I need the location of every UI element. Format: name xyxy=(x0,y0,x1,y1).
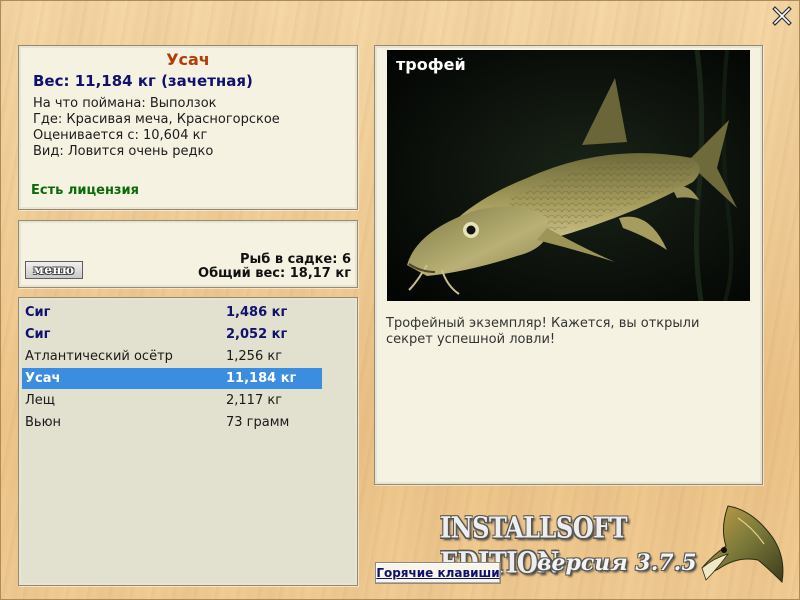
trophy-description: Трофейный экземпляр! Кажется, вы открыли… xyxy=(386,316,700,347)
trophy-label: трофей xyxy=(396,55,466,74)
catch-list-item[interactable]: Вьюн 73 грамм xyxy=(22,412,322,433)
menu-button[interactable]: меню xyxy=(25,261,83,279)
info-valued-from: Оценивается с: 10,604 кг xyxy=(33,128,208,143)
catch-fish-name: Лещ xyxy=(25,393,56,408)
catch-fish-weight: 73 грамм xyxy=(226,415,290,430)
catch-list-item[interactable]: Атлантический осётр 1,256 кг xyxy=(22,346,322,367)
catch-fish-weight: 1,486 кг xyxy=(226,305,288,320)
catch-fish-weight: 1,256 кг xyxy=(226,349,283,364)
catch-list-item[interactable]: Лещ 2,117 кг xyxy=(22,390,322,411)
hotkeys-button[interactable]: Горячие клавиши xyxy=(375,562,501,584)
catch-fish-name: Вьюн xyxy=(25,415,62,430)
license-status: Есть лицензия xyxy=(31,183,139,198)
catch-list-item[interactable]: Сиг 2,052 кг xyxy=(22,324,322,345)
barbel-fish-image xyxy=(387,50,750,301)
version-label: версия 3.7.5 xyxy=(537,550,697,576)
catch-fish-name: Атлантический осётр xyxy=(25,349,173,364)
close-button[interactable] xyxy=(772,6,792,26)
total-weight: Общий вес: 18,17 кг xyxy=(198,266,351,281)
fish-info-panel: Усач Вес: 11,184 кг (зачетная) На что по… xyxy=(18,45,358,210)
fish-weight: Вес: 11,184 кг (зачетная) xyxy=(33,72,253,90)
info-rarity: Вид: Ловится очень редко xyxy=(33,144,214,159)
catch-list-item[interactable]: Сиг 1,486 кг xyxy=(22,302,322,323)
catch-fish-weight: 11,184 кг xyxy=(226,371,297,386)
catch-fish-weight: 2,117 кг xyxy=(226,393,283,408)
fish-photo: трофей xyxy=(387,50,750,301)
fish-name: Усач xyxy=(166,50,210,69)
keepnet-stats-panel: меню Рыб в садке: 6 Общий вес: 18,17 кг xyxy=(18,220,358,288)
catch-fish-name: Сиг xyxy=(25,327,51,342)
catch-fish-weight: 2,052 кг xyxy=(226,327,288,342)
catch-list-panel: Сиг 1,486 кг Сиг 2,052 кг Атлантический осёт… xyxy=(18,297,358,586)
fish-photo-panel: трофей Трофейный экземпляр! Кажется, вы … xyxy=(374,45,763,485)
pike-logo-icon xyxy=(701,505,784,584)
catch-fish-name: Усач xyxy=(25,371,61,386)
info-bait: На что поймана: Выползок xyxy=(33,96,217,111)
close-x-icon xyxy=(772,6,792,26)
fish-count: Рыб в садке: 6 xyxy=(239,252,351,267)
catch-fish-name: Сиг xyxy=(25,305,51,320)
catch-list-item[interactable]: Усач 11,184 кг xyxy=(22,368,322,389)
info-location: Где: Красивая меча, Красногорское xyxy=(33,112,280,127)
